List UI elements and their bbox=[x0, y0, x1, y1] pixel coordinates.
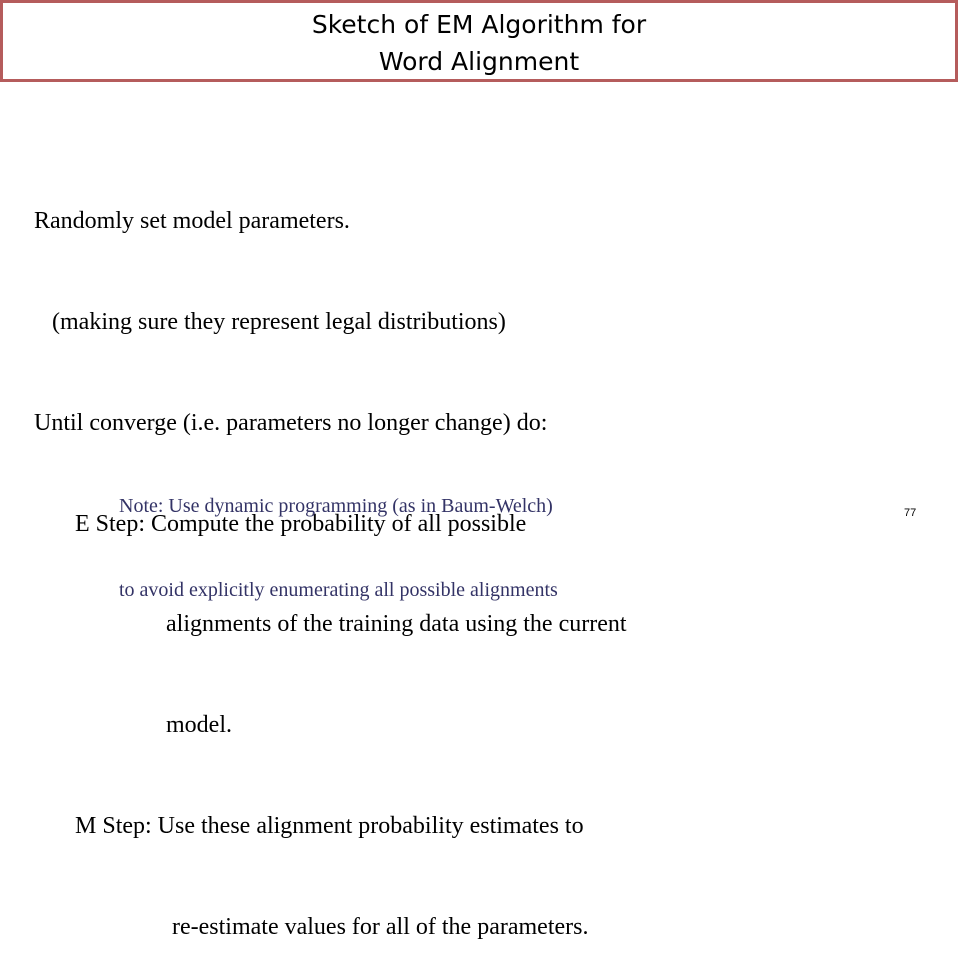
note-line-1: Note: Use dynamic programming (as in Bau… bbox=[119, 495, 553, 517]
body-line-m-step: M Step: Use these alignment probability … bbox=[75, 812, 584, 839]
dynamic-programming-note: Note: Use dynamic programming (as in Bau… bbox=[119, 436, 558, 632]
body-line-legal-distributions: (making sure they represent legal distri… bbox=[52, 308, 506, 335]
page-number: 77 bbox=[904, 507, 917, 519]
body-line-random-init: Randomly set model parameters. bbox=[34, 208, 350, 235]
body-line-e-step-cont-2: model. bbox=[166, 712, 232, 739]
slide-title-box: Sketch of EM Algorithm for Word Alignmen… bbox=[0, 0, 958, 82]
slide-title-line-1: Sketch of EM Algorithm for bbox=[311, 10, 647, 39]
slide-title-line-2: Word Alignment bbox=[378, 47, 580, 76]
note-line-2: to avoid explicitly enumerating all poss… bbox=[119, 579, 558, 601]
body-line-m-step-cont: re-estimate values for all of the parame… bbox=[172, 913, 589, 940]
